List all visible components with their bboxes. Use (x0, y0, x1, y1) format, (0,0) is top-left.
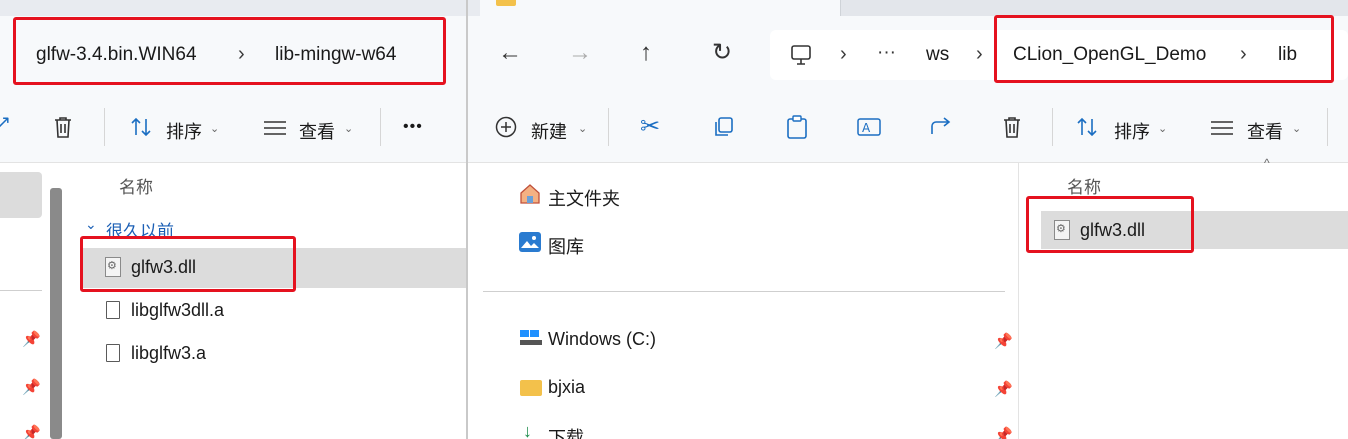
right-explorer-window: ← → ↑ ↻ › ··· ws › CLion_OpenGL_Demo › l… (468, 0, 1348, 439)
nav-item-downloads[interactable]: 下载 (548, 424, 584, 439)
toolbar-separator (380, 108, 381, 146)
right-toolbar: 新建 ⌄ ✂ A 排序 ⌄ 查看 ⌄ (468, 92, 1348, 163)
new-button[interactable]: 新建 (531, 118, 567, 144)
chevron-down-icon[interactable]: ⌄ (1292, 122, 1301, 135)
toolbar-separator (1327, 108, 1328, 146)
chevron-down-icon[interactable]: ⌄ (85, 216, 97, 233)
copy-icon[interactable] (712, 116, 734, 138)
back-icon[interactable]: ← (498, 39, 522, 67)
share-icon[interactable] (929, 116, 953, 138)
view-icon[interactable] (263, 120, 287, 136)
sort-button[interactable]: 排序 (1114, 118, 1150, 144)
pin-icon: 📌 (22, 425, 41, 439)
download-icon: ↓ (523, 421, 532, 439)
cut-icon[interactable]: ✂ (640, 112, 660, 141)
highlight-box (80, 236, 296, 292)
nav-item-home[interactable]: 主文件夹 (548, 185, 620, 211)
chevron-right-icon[interactable]: › (976, 43, 983, 66)
drive-icon (520, 330, 542, 346)
highlight-box (13, 17, 446, 85)
home-icon (518, 182, 542, 208)
paste-icon[interactable] (786, 115, 808, 139)
nav-divider (483, 291, 1005, 292)
nav-selected-item[interactable] (0, 172, 42, 218)
refresh-icon[interactable]: ↻ (712, 38, 732, 67)
this-pc-icon[interactable] (790, 44, 812, 66)
svg-text:A: A (862, 121, 871, 135)
view-button[interactable]: 查看 (1247, 118, 1283, 144)
add-icon[interactable] (495, 116, 517, 138)
tab-strip (0, 0, 466, 16)
chevron-down-icon[interactable]: ⌄ (344, 122, 353, 135)
delete-icon[interactable] (1001, 115, 1023, 139)
breadcrumb-item-ws[interactable]: ws (926, 44, 949, 66)
nav-scrollbar[interactable] (50, 188, 62, 439)
file-icon (106, 301, 120, 319)
pin-icon: 📌 (994, 333, 1013, 350)
chevron-down-icon[interactable]: ⌄ (210, 122, 219, 135)
toolbar-separator (104, 108, 105, 146)
nav-item-gallery[interactable]: 图库 (548, 233, 584, 259)
file-icon (106, 344, 120, 362)
sort-button[interactable]: 排序 (166, 118, 202, 144)
breadcrumb-ellipsis[interactable]: ··· (877, 42, 896, 64)
view-button[interactable]: 查看 (299, 118, 335, 144)
nav-item-bjxia[interactable]: bjxia (548, 377, 585, 398)
left-toolbar: ↗ 排序 ⌄ 查看 ⌄ ••• (0, 92, 466, 163)
folder-icon (520, 380, 542, 396)
nav-divider (0, 290, 42, 291)
pin-icon: 📌 (22, 331, 41, 348)
more-options-button[interactable]: ••• (403, 118, 423, 136)
column-header-name[interactable]: 名称 (1067, 173, 1101, 198)
sort-ascending-icon: ^ (1264, 156, 1270, 170)
file-name[interactable]: libglfw3dll.a (131, 300, 224, 321)
highlight-box (1026, 196, 1194, 253)
share-icon[interactable]: ↗ (0, 112, 11, 133)
forward-icon[interactable]: → (568, 39, 592, 67)
toolbar-separator (1052, 108, 1053, 146)
inactive-tab[interactable] (840, 0, 1348, 16)
pin-icon: 📌 (994, 381, 1013, 398)
highlight-box (994, 15, 1334, 83)
delete-icon[interactable] (52, 115, 74, 139)
sort-icon[interactable] (1076, 117, 1100, 137)
column-header-name[interactable]: 名称 (119, 173, 153, 198)
up-icon[interactable]: ↑ (640, 39, 652, 67)
sort-icon[interactable] (130, 117, 154, 137)
rename-icon[interactable]: A (856, 116, 882, 138)
pane-divider (1018, 163, 1019, 439)
left-explorer-window: glfw-3.4.bin.WIN64 › lib-mingw-w64 ↗ 排序 … (0, 0, 466, 439)
chevron-down-icon[interactable]: ⌄ (578, 122, 587, 135)
pin-icon: 📌 (994, 427, 1013, 439)
nav-item-drive-c[interactable]: Windows (C:) (548, 329, 656, 350)
chevron-right-icon[interactable]: › (840, 43, 847, 66)
chevron-down-icon[interactable]: ⌄ (1158, 122, 1167, 135)
toolbar-separator (608, 108, 609, 146)
folder-icon (496, 0, 516, 6)
pin-icon: 📌 (22, 379, 41, 396)
file-name[interactable]: libglfw3.a (131, 343, 206, 364)
view-icon[interactable] (1210, 120, 1234, 136)
active-tab[interactable] (480, 0, 840, 16)
gallery-icon (519, 232, 541, 252)
